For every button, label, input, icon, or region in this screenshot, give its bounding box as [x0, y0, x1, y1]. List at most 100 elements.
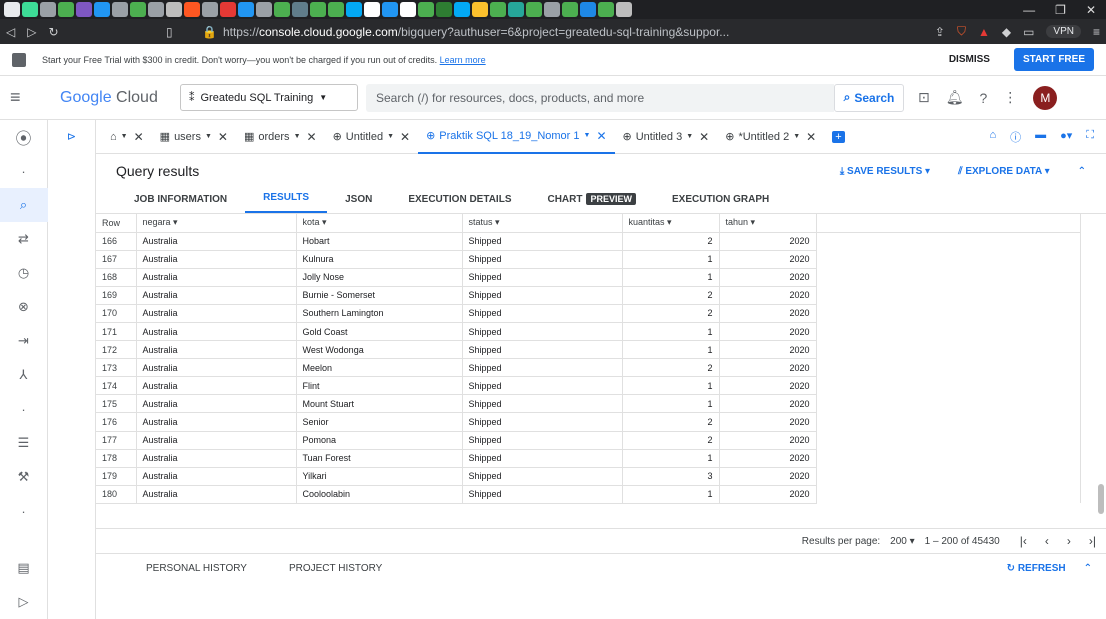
browser-tab-favicon-icon[interactable] — [472, 2, 488, 17]
tab-untitled[interactable]: ⊕ Untitled ▼ ✕ — [325, 120, 419, 154]
column-header-status[interactable]: status ▾ — [462, 214, 623, 233]
close-icon[interactable]: ✕ — [307, 130, 317, 144]
table-row[interactable]: 167 Australia Kulnura Shipped 1 2020 — [96, 250, 1081, 269]
browser-tab-favicon-icon[interactable] — [4, 2, 20, 17]
expand-explorer-icon[interactable]: ⊳ — [67, 130, 76, 619]
avatar[interactable]: M — [1033, 85, 1058, 110]
column-header-kota[interactable]: kota ▾ — [296, 214, 463, 233]
browser-tab-favicon-icon[interactable] — [382, 2, 398, 17]
start-free-button[interactable]: START FREE — [1013, 48, 1094, 71]
close-icon[interactable]: ✕ — [400, 130, 410, 144]
wrench-icon[interactable]: ⚒ — [0, 460, 48, 494]
browser-tab-favicon-icon[interactable] — [364, 2, 380, 17]
tab-project-history[interactable]: PROJECT HISTORY — [289, 563, 382, 574]
first-page-icon[interactable]: |‹ — [1020, 534, 1027, 548]
dataform-icon[interactable]: ⇥ — [0, 324, 48, 358]
next-page-icon[interactable]: › — [1067, 534, 1071, 548]
table-row[interactable]: 166 Australia Hobart Shipped 2 2020 — [96, 232, 1081, 251]
keyboard-icon[interactable]: ▬ — [1035, 129, 1046, 145]
window-close-icon[interactable]: ✕ — [1086, 3, 1096, 17]
forward-icon[interactable]: ▷ — [27, 25, 36, 39]
rewards-icon[interactable]: ▲ — [978, 25, 990, 39]
notifications-icon[interactable]: 🔔︎ — [946, 89, 964, 106]
table-row[interactable]: 169 Australia Burnie - Somerset Shipped 2 202… — [96, 286, 1081, 305]
table-row[interactable]: 176 Australia Senior Shipped 2 2020 — [96, 412, 1081, 432]
fullscreen-icon[interactable]: ⛶ — [1086, 129, 1094, 145]
project-selector[interactable]: ⁑ Greatedu SQL Training ▼ — [180, 84, 358, 111]
url-field[interactable]: 🔒 https://console.cloud.google.com/bigqu… — [196, 22, 756, 41]
vpn-button[interactable]: VPN — [1046, 25, 1081, 38]
google-cloud-logo[interactable]: Google Cloud — [60, 89, 180, 107]
tab-praktik-sql[interactable]: ⊕ Praktik SQL 18_19_Nomor 1 ▼ ✕ — [418, 120, 615, 154]
help-icon[interactable]: ? — [980, 90, 988, 106]
tab-personal-history[interactable]: PERSONAL HISTORY — [146, 563, 247, 574]
share-icon[interactable]: ⇪ — [935, 25, 945, 39]
tab-results[interactable]: RESULTS — [245, 192, 328, 213]
browser-tab-favicon-icon[interactable] — [328, 2, 344, 17]
close-icon[interactable]: ✕ — [134, 130, 144, 144]
maximize-icon[interactable]: ❐ — [1055, 3, 1066, 17]
browser-tab-favicon-icon[interactable] — [616, 2, 632, 17]
browser-tab-favicon-icon[interactable] — [22, 2, 38, 17]
browser-menu-icon[interactable]: ≡ — [1093, 25, 1100, 39]
results-table-container[interactable]: Row negara ▾ kota ▾ status ▾ kuantitas ▾… — [96, 214, 1106, 528]
browser-tab-favicon-icon[interactable] — [562, 2, 578, 17]
close-icon[interactable]: ✕ — [596, 129, 606, 143]
browser-tab-favicon-icon[interactable] — [508, 2, 524, 17]
tab-untitled-2[interactable]: ⊕ *Untitled 2 ▼ ✕ — [717, 120, 824, 154]
table-row[interactable]: 179 Australia Yilkari Shipped 3 2020 — [96, 467, 1081, 486]
extensions-icon[interactable]: ◆ — [1002, 25, 1011, 39]
close-icon[interactable]: ✕ — [218, 130, 228, 144]
browser-tab-favicon-icon[interactable] — [202, 2, 218, 17]
browser-tab-favicon-icon[interactable] — [454, 2, 470, 17]
browser-tab-favicon-icon[interactable] — [58, 2, 74, 17]
reload-icon[interactable]: ↻ — [48, 25, 58, 39]
table-row[interactable]: 178 Australia Tuan Forest Shipped 1 2020 — [96, 449, 1081, 468]
tab-orders[interactable]: ▦ orders ▼ ✕ — [236, 120, 325, 154]
table-row[interactable]: 170 Australia Southern Lamington Shipped 2 20… — [96, 304, 1081, 323]
sidebar-icon[interactable]: ▭ — [1023, 25, 1034, 39]
column-header-negara[interactable]: negara ▾ — [136, 214, 297, 233]
table-row[interactable]: 175 Australia Mount Stuart Shipped 1 2020 — [96, 394, 1081, 414]
browser-tab-favicon-icon[interactable] — [112, 2, 128, 17]
close-icon[interactable]: ✕ — [699, 130, 709, 144]
browser-tab-favicon-icon[interactable] — [274, 2, 290, 17]
table-row[interactable]: 177 Australia Pomona Shipped 2 2020 — [96, 431, 1081, 450]
browser-tab-favicon-icon[interactable] — [40, 2, 56, 17]
scheduled-queries-icon[interactable]: ◷ — [0, 256, 48, 290]
learn-more-link[interactable]: Learn more — [440, 55, 486, 65]
cloud-shell-icon[interactable]: ⊡ — [918, 89, 930, 106]
table-row[interactable]: 173 Australia Meelon Shipped 2 2020 — [96, 358, 1081, 378]
browser-tab-favicon-icon[interactable] — [130, 2, 146, 17]
tab-users[interactable]: ▦ users ▼ ✕ — [152, 120, 236, 154]
column-header-row[interactable]: Row — [96, 214, 137, 233]
explorer-toggle[interactable]: ⊳ — [48, 120, 96, 619]
browser-tab-favicon-icon[interactable] — [256, 2, 272, 17]
tab-chart[interactable]: CHART PREVIEW — [529, 193, 654, 213]
bigquery-icon[interactable]: ⦿ — [0, 120, 48, 154]
search-rail-icon[interactable]: ⌕ — [0, 188, 48, 222]
bookmark-icon[interactable]: ▯ — [166, 25, 196, 39]
info-icon[interactable]: ⓘ — [1010, 129, 1021, 145]
collapse-icon[interactable]: ⌃ — [1078, 166, 1086, 177]
new-tab-button[interactable]: + — [824, 120, 852, 154]
tab-untitled-3[interactable]: ⊕ Untitled 3 ▼ ✕ — [615, 120, 718, 154]
tab-execution-graph[interactable]: EXECUTION GRAPH — [654, 194, 787, 213]
browser-tab-favicon-icon[interactable] — [346, 2, 362, 17]
browser-tab-favicon-icon[interactable] — [580, 2, 596, 17]
column-header-tahun[interactable]: tahun ▾ — [719, 214, 817, 233]
table-row[interactable]: 174 Australia Flint Shipped 1 2020 — [96, 376, 1081, 396]
table-row[interactable]: 172 Australia West Wodonga Shipped 1 2020 — [96, 340, 1081, 360]
browser-tab-favicon-icon[interactable] — [310, 2, 326, 17]
vertical-scrollbar[interactable] — [1098, 484, 1104, 514]
browser-tab-favicon-icon[interactable] — [292, 2, 308, 17]
save-results-button[interactable]: ⤓ SAVE RESULTS ▾ — [840, 166, 930, 177]
back-icon[interactable]: ◁ — [6, 25, 15, 39]
browser-tab-favicon-icon[interactable] — [220, 2, 236, 17]
tab-job-information[interactable]: JOB INFORMATION — [116, 194, 245, 213]
release-notes-icon[interactable]: ▤ — [0, 551, 48, 585]
browser-tab-favicon-icon[interactable] — [238, 2, 254, 17]
browser-tab-favicon-icon[interactable] — [418, 2, 434, 17]
explore-data-button[interactable]: ⫽ EXPLORE DATA ▾ — [958, 166, 1050, 177]
browser-tab-favicon-icon[interactable] — [598, 2, 614, 17]
